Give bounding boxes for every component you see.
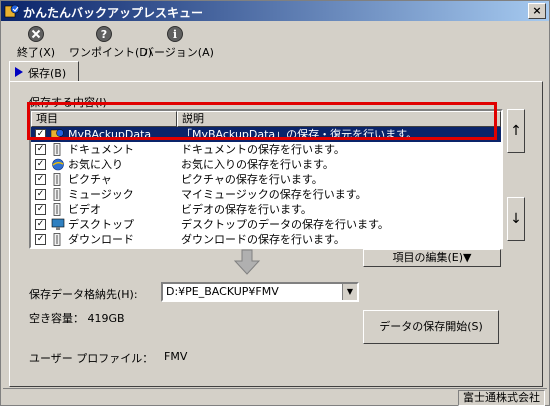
tab-save-label: 保存(B) — [28, 67, 67, 80]
onepoint-label: ワンポイント(D) — [69, 46, 153, 59]
exit-label: 終了(X) — [16, 46, 56, 59]
item-name: MyBAckupData — [68, 128, 152, 141]
item-name: ビデオ — [68, 203, 101, 216]
item-description: ドキュメントの保存を行います。 — [181, 143, 345, 156]
chevron-down-icon[interactable]: ▼ — [342, 284, 357, 300]
destination-value: D:¥PE_BACKUP¥FMV — [166, 285, 279, 298]
free-space: 空き容量： 419GB — [29, 312, 125, 325]
item-checkbox[interactable]: ✓ — [35, 144, 46, 155]
title-bar[interactable]: かんたんバックアップレスキュー × — [1, 1, 549, 21]
list-item[interactable]: ✓ ピクチャ ピクチャの保存を行います。 — [31, 172, 501, 187]
section-label: 保存する内容(I) — [29, 96, 107, 109]
item-name: ダウンロード — [68, 233, 134, 246]
item-description: お気に入りの保存を行います。 — [181, 158, 334, 171]
down-arrow-icon — [233, 249, 261, 275]
favorites-icon — [51, 158, 65, 171]
close-button[interactable]: × — [528, 3, 546, 19]
folder-icon — [51, 203, 65, 216]
move-down-button[interactable]: ↓ — [507, 197, 525, 241]
item-name: デスクトップ — [68, 218, 134, 231]
item-name: ミュージック — [68, 188, 134, 201]
folder-icon — [51, 143, 65, 156]
item-checkbox[interactable]: ✓ — [35, 189, 46, 200]
profile-label: ユーザー プロファイル： — [29, 352, 154, 365]
item-description: マイミュージックの保存を行います。 — [181, 188, 367, 201]
backup-items-list[interactable]: 項目 説明 ✓ MyBAckupData 「MyBAckupData」の保存・復元を… — [29, 109, 503, 249]
toolbar: 終了(X) ? ワンポイント(D) i バージョン(A) — [1, 23, 549, 59]
profile-value: FMV — [164, 350, 188, 363]
item-checkbox[interactable]: ✓ — [35, 159, 46, 170]
desktop-icon — [51, 218, 65, 231]
list-item[interactable]: ✓ お気に入り お気に入りの保存を行います。 — [31, 157, 501, 172]
exit-button[interactable]: 終了(X) — [15, 25, 57, 60]
svg-text:?: ? — [101, 28, 107, 41]
move-up-button[interactable]: ↑ — [507, 109, 525, 153]
version-button[interactable]: i バージョン(A) — [143, 25, 214, 60]
list-item[interactable]: ✓ デスクトップ デスクトップのデータの保存を行います。 — [31, 217, 501, 232]
list-header: 項目 説明 — [31, 111, 501, 127]
item-name: ピクチャ — [68, 173, 112, 186]
item-checkbox[interactable]: ✓ — [35, 129, 46, 140]
folder-icon — [51, 173, 65, 186]
list-item[interactable]: ✓ MyBAckupData 「MyBAckupData」の保存・復元を行います。 — [31, 127, 501, 142]
tab-arrow-icon — [15, 67, 23, 77]
column-header-item[interactable]: 項目 — [31, 111, 177, 127]
folder-icon — [51, 188, 65, 201]
item-description: 「MyBAckupData」の保存・復元を行います。 — [181, 128, 418, 141]
column-header-description[interactable]: 説明 — [177, 111, 501, 127]
mybackup-icon — [50, 128, 65, 141]
destination-select[interactable]: D:¥PE_BACKUP¥FMV ▼ — [161, 282, 359, 302]
item-description: ピクチャの保存を行います。 — [181, 173, 323, 186]
item-description: デスクトップのデータの保存を行います。 — [181, 218, 389, 231]
folder-icon — [51, 233, 65, 246]
item-checkbox[interactable]: ✓ — [35, 174, 46, 185]
app-window: かんたんバックアップレスキュー × 終了(X) ? ワンポイント(D) i バー… — [0, 0, 550, 406]
help-icon: ? — [96, 26, 112, 42]
item-description: ビデオの保存を行います。 — [181, 203, 312, 216]
item-checkbox[interactable]: ✓ — [35, 234, 46, 245]
list-item[interactable]: ✓ ミュージック マイミュージックの保存を行います。 — [31, 187, 501, 202]
tab-save[interactable]: 保存(B) — [9, 61, 79, 82]
svg-text:i: i — [173, 28, 177, 41]
item-name: ドキュメント — [68, 143, 134, 156]
item-description: ダウンロードの保存を行います。 — [181, 233, 345, 246]
info-icon: i — [167, 26, 183, 42]
list-item[interactable]: ✓ ドキュメント ドキュメントの保存を行います。 — [31, 142, 501, 157]
app-icon — [4, 4, 20, 18]
destination-label: 保存データ格納先(H): — [29, 288, 138, 301]
exit-icon — [28, 26, 44, 42]
list-item[interactable]: ✓ ビデオ ビデオの保存を行います。 — [31, 202, 501, 217]
list-item[interactable]: ✓ ダウンロード ダウンロードの保存を行います。 — [31, 232, 501, 247]
item-name: お気に入り — [68, 158, 123, 171]
item-checkbox[interactable]: ✓ — [35, 219, 46, 230]
window-title: かんたんバックアップレスキュー — [23, 6, 204, 20]
status-company: 富士通株式会社 — [458, 390, 545, 406]
version-label: バージョン(A) — [143, 46, 214, 59]
item-checkbox[interactable]: ✓ — [35, 204, 46, 215]
status-bar: 富士通株式会社 — [3, 388, 547, 406]
onepoint-button[interactable]: ? ワンポイント(D) — [69, 25, 152, 60]
edit-items-button[interactable]: 項目の編集(E)▼ — [363, 249, 501, 267]
start-backup-button[interactable]: データの保存開始(S) — [363, 310, 499, 344]
